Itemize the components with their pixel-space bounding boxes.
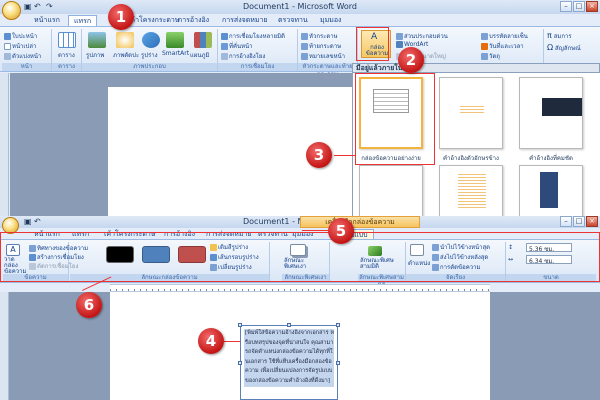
top-word-window: ▣ ↶ ↷ Document1 - Microsoft Word – □ × ห… — [0, 0, 600, 217]
chart-icon[interactable] — [194, 32, 212, 48]
object-button[interactable]: วัตถุ — [481, 51, 500, 61]
gallery-header: มีอยู่แล้วภายใน — [352, 63, 600, 73]
bookmark-button[interactable]: ที่คั่นหน้า — [221, 41, 253, 51]
group-tables: ตาราง ตาราง — [52, 29, 82, 71]
tab-mailings[interactable]: การส่งจดหมาย — [222, 15, 268, 26]
equation-button[interactable]: π สมการ — [547, 31, 572, 41]
gallery-item-sharp-quote[interactable] — [519, 77, 583, 149]
gallery-item-5[interactable] — [439, 165, 503, 217]
table-icon[interactable] — [58, 32, 76, 48]
step-badge-4: 4 — [198, 328, 224, 354]
textbox-tools-context-tab: เครื่องมือกล่องข้อความ — [300, 216, 420, 228]
picture-icon[interactable] — [88, 32, 106, 48]
resize-handle[interactable] — [336, 361, 340, 365]
pull-quote-textbox[interactable]: [พิมพ์ใส่ข้อความอ้างอิงจากเอกสาร หรือบทส… — [238, 323, 340, 400]
hyperlink-button[interactable]: การเชื่อมโยงหลายมิติ — [221, 31, 285, 41]
symbol-button[interactable]: Ω สัญลักษณ์ — [547, 43, 581, 53]
group-links-label: การเชื่อมโยง — [218, 63, 297, 71]
gallery-item-6-preview — [540, 172, 558, 208]
close-icon-bottom[interactable]: × — [586, 216, 598, 227]
gallery-item-4[interactable] — [359, 165, 423, 217]
top-window-title: Document1 - Microsoft Word — [242, 2, 358, 11]
group-header-footer: หัวกระดาษ ท้ายกระดาษ หมายเลขหน้า หัวกระด… — [298, 29, 358, 78]
top-document-area — [10, 73, 352, 216]
gallery-item-6[interactable] — [519, 165, 583, 217]
smartart-button[interactable]: SmartArt — [162, 50, 189, 57]
picture-button[interactable]: รูปภาพ — [86, 50, 104, 60]
top-vertical-ruler — [0, 73, 9, 216]
gallery-item-sidebar-quote[interactable] — [439, 77, 503, 149]
format-ribbon-highlight — [0, 232, 600, 282]
gallery-item-sidebar-quote-label: คำอ้างอิงตัวอักษรข้าง — [443, 155, 499, 162]
shapes-button[interactable]: รูปร่าง — [141, 50, 158, 60]
bottom-horizontal-ruler — [110, 284, 490, 292]
signature-line-button[interactable]: บรรทัดลายเซ็น — [481, 31, 528, 41]
tab-insert[interactable]: แทรก — [68, 15, 98, 26]
tab-references[interactable]: การอ้างอิง — [178, 15, 209, 26]
group-tables-label: ตาราง — [52, 63, 81, 71]
resize-handle[interactable] — [238, 361, 242, 365]
resize-handle[interactable] — [336, 323, 340, 327]
minimize-icon[interactable]: – — [560, 1, 572, 12]
cover-page-button[interactable]: ใบปะหน้า — [4, 31, 37, 41]
smartart-icon[interactable] — [166, 32, 184, 48]
omega-icon: Ω — [547, 43, 554, 52]
sidebar-quote-preview — [460, 104, 484, 114]
top-title-bar: ▣ ↶ ↷ Document1 - Microsoft Word – □ × — [0, 0, 600, 14]
gallery-item-highlight — [355, 73, 435, 165]
clipart-button[interactable]: ภาพตัดปะ — [113, 50, 139, 60]
group-pages-label: หน้า — [2, 63, 51, 71]
footer-button[interactable]: ท้ายกระดาษ — [301, 41, 341, 51]
tab-review[interactable]: ตรวจทาน — [278, 15, 308, 26]
group-links: การเชื่อมโยงหลายมิติ ที่คั่นหน้า การอ้าง… — [218, 29, 298, 71]
page-number-button[interactable]: หมายเลขหน้า — [301, 51, 345, 61]
gallery-item-5-preview — [458, 172, 486, 208]
shapes-icon[interactable] — [142, 32, 160, 48]
gallery-item-sharp-quote-label: คำอ้างอิงที่คมชัด — [529, 155, 573, 162]
step-badge-6: 6 — [76, 292, 102, 318]
table-button[interactable]: ตาราง — [58, 50, 75, 60]
tab-view[interactable]: มุมมอง — [320, 15, 341, 26]
textbox-button-highlight — [356, 27, 389, 61]
date-time-button[interactable]: วันที่และเวลา — [481, 41, 524, 51]
close-icon[interactable]: × — [586, 1, 598, 12]
office-button[interactable] — [2, 1, 21, 20]
tab-page-layout[interactable]: เค้าโครงกระดาษ — [128, 15, 179, 26]
chart-button[interactable]: แผนภูมิ — [190, 50, 209, 60]
bottom-vertical-ruler — [0, 292, 9, 400]
tab-home[interactable]: หน้าแรก — [34, 15, 60, 26]
group-illustrations: รูปภาพ ภาพตัดปะ รูปร่าง SmartArt แผนภูมิ… — [82, 29, 218, 71]
pi-icon: π — [547, 31, 552, 40]
cross-reference-button[interactable]: การอ้างอิงโยง — [221, 51, 265, 61]
minimize-icon-bottom[interactable]: – — [560, 216, 572, 227]
page-break-button[interactable]: ตัวแบ่งหน้า — [4, 51, 41, 61]
group-header-footer-label: หัวกระดาษและท้ายกระดาษ — [298, 63, 357, 78]
blank-page-button[interactable]: หน้าเปล่า — [4, 41, 36, 51]
quick-parts-button[interactable]: ส่วนประกอบด่วน — [396, 31, 448, 41]
clipart-icon[interactable] — [116, 32, 134, 48]
annotation-line — [224, 341, 240, 342]
resize-handle[interactable] — [238, 323, 242, 327]
top-ribbon-tabs: หน้าแรก แทรก เค้าโครงกระดาษ การอ้างอิง ก… — [0, 14, 600, 26]
group-illustrations-label: ภาพประกอบ — [82, 63, 217, 71]
bottom-title-bar: ▣ ↶ Document1 - Microsoft Word เครื่องมื… — [0, 216, 600, 234]
step-badge-3: 3 — [306, 142, 332, 168]
group-pages: ใบปะหน้า หน้าเปล่า ตัวแบ่งหน้า หน้า — [2, 29, 52, 71]
annotation-line — [334, 155, 356, 156]
maximize-icon-bottom[interactable]: □ — [573, 216, 585, 227]
step-badge-5: 5 — [328, 218, 354, 244]
header-button[interactable]: หัวกระดาษ — [301, 31, 338, 41]
textbox-content[interactable]: [พิมพ์ใส่ข้อความอ้างอิงจากเอกสาร หรือบทส… — [245, 329, 335, 387]
step-badge-2: 2 — [398, 47, 424, 73]
maximize-icon[interactable]: □ — [573, 1, 585, 12]
resize-handle[interactable] — [287, 323, 291, 327]
sharp-quote-preview — [542, 98, 582, 116]
step-badge-1: 1 — [108, 4, 134, 30]
